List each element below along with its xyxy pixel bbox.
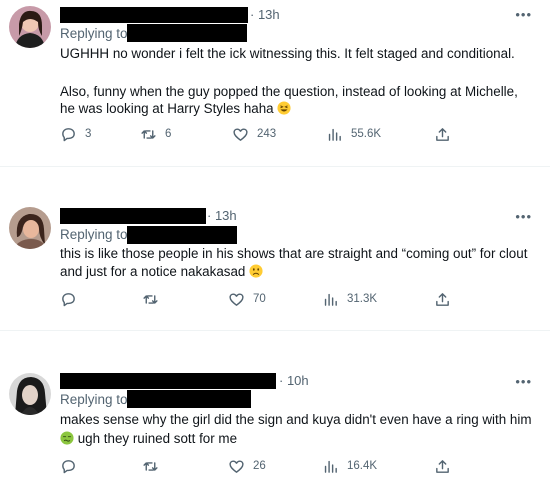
redacted-username (60, 208, 206, 224)
tweet-text-line: and just for a notice nakakasad (60, 262, 263, 281)
views-count: 55.6K (351, 127, 382, 140)
redacted-reply-handle (127, 24, 247, 42)
heart-icon (233, 127, 248, 141)
tweet-timestamp[interactable]: · 13h (207, 208, 237, 224)
slightly-frowning-face-icon (249, 264, 263, 278)
reply-icon (62, 459, 75, 473)
views-chart-icon (328, 128, 341, 141)
share-icon (436, 127, 449, 141)
retweet-icon (143, 294, 158, 304)
retweet-count: 6 (165, 127, 172, 140)
avatar[interactable] (9, 6, 51, 48)
retweet-icon (143, 461, 158, 471)
reply-count: 3 (85, 127, 92, 140)
replying-to-label: Replying to (60, 392, 128, 407)
tweet-text-line: makes sense why the girl did the sign an… (60, 412, 532, 427)
avatar[interactable] (9, 373, 51, 415)
tweet-text-line: this is like those people in his shows t… (60, 246, 528, 261)
share-button[interactable] (434, 289, 451, 309)
share-icon (436, 292, 449, 306)
views-button[interactable]: 16.4K (322, 456, 377, 476)
more-options-button[interactable]: ••• (515, 210, 532, 223)
avatar-photo (9, 207, 51, 249)
views-count: 16.4K (347, 459, 378, 472)
tweet-text-span: he was looking at Harry Styles haha (60, 101, 274, 116)
reply-icon (62, 127, 75, 141)
views-button[interactable]: 55.6K (326, 124, 381, 144)
like-count: 70 (253, 292, 266, 305)
reply-button[interactable] (60, 456, 85, 476)
like-count: 26 (253, 459, 266, 472)
tweet-2[interactable]: · 13h ••• Replying to this is like those… (0, 200, 550, 350)
retweet-button[interactable] (142, 289, 167, 309)
tweet-timestamp[interactable]: · 10h (279, 373, 309, 389)
tweet-text-line: he was looking at Harry Styles haha (60, 99, 291, 118)
avatar-photo (9, 373, 51, 415)
redacted-username (60, 7, 248, 23)
tweet-timestamp[interactable]: · 13h (250, 7, 280, 23)
views-button[interactable]: 31.3K (322, 289, 377, 309)
tweet-text-span: and just for a notice nakakasad (60, 264, 246, 279)
more-options-button[interactable]: ••• (515, 375, 532, 388)
more-options-button[interactable]: ••• (515, 8, 532, 21)
tweet-actions: 26 16.4K (60, 456, 460, 476)
tweet-text-line: ugh they ruined sott for me (60, 429, 237, 448)
tweet-3[interactable]: · 10h ••• Replying to makes sense why th… (0, 365, 550, 480)
avatar-photo (9, 6, 51, 48)
tweet-text-line: UGHHH no wonder i felt the ick witnessin… (60, 46, 515, 61)
like-count: 243 (257, 127, 277, 140)
retweet-icon (141, 129, 156, 139)
share-button[interactable] (434, 456, 451, 476)
redacted-reply-handle (127, 226, 237, 244)
tweet-actions: 70 31.3K (60, 289, 460, 309)
reply-button[interactable]: 3 (60, 124, 91, 144)
heart-icon (229, 292, 244, 306)
tweet-actions: 3 6 243 55.6K (60, 124, 460, 144)
tweet-text-span: ugh they ruined sott for me (77, 431, 238, 446)
reply-icon (62, 292, 75, 306)
like-button[interactable]: 70 (228, 289, 266, 309)
tweet-divider (0, 330, 550, 331)
replying-to-label: Replying to (60, 26, 128, 41)
avatar[interactable] (9, 207, 51, 249)
retweet-button[interactable]: 6 (140, 124, 171, 144)
tweet-1[interactable]: · 13h ••• Replying to UGHHH no wonder i … (0, 0, 550, 165)
redacted-username (60, 373, 276, 389)
like-button[interactable]: 26 (228, 456, 266, 476)
reply-button[interactable] (60, 289, 85, 309)
tweet-divider (0, 166, 550, 167)
views-chart-icon (324, 460, 337, 473)
redacted-reply-handle (127, 390, 251, 408)
share-icon (436, 459, 449, 473)
views-count: 31.3K (347, 292, 378, 305)
replying-to-label: Replying to (60, 227, 128, 242)
heart-icon (229, 459, 244, 473)
nauseated-face-icon (60, 431, 74, 445)
views-chart-icon (324, 293, 337, 306)
grinning-squint-face-icon (277, 101, 291, 115)
like-button[interactable]: 243 (232, 124, 276, 144)
retweet-button[interactable] (142, 456, 167, 476)
share-button[interactable] (434, 124, 451, 144)
